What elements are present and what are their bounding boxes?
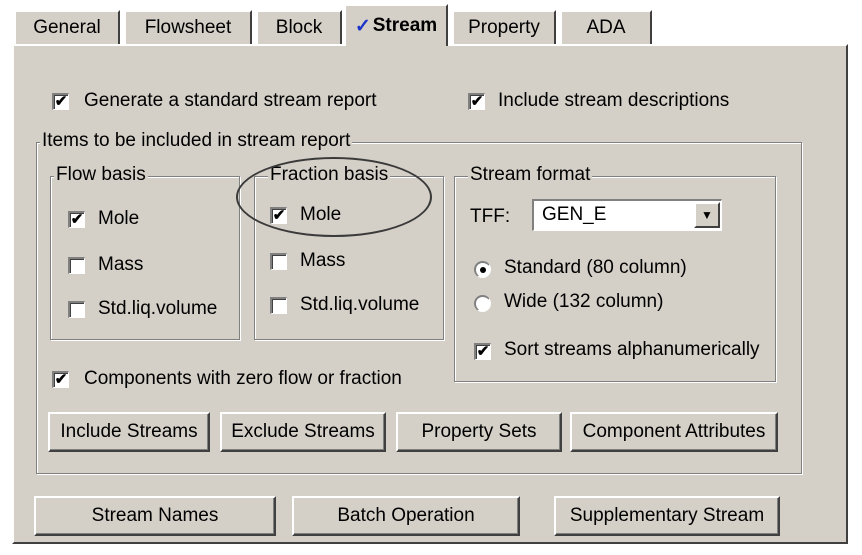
fraction-mole-label: Mole [300,204,342,225]
fraction-basis-title: Fraction basis [268,164,391,186]
zero-flow-label: Components with zero flow or fraction [84,368,402,389]
include-streams-button[interactable]: Include Streams [48,412,210,452]
stream-format-title: Stream format [468,164,593,186]
check-icon: ✔ [54,93,68,110]
include-streams-label: Include Streams [60,421,198,442]
stream-names-button[interactable]: Stream Names [34,496,276,536]
check-icon: ✔ [70,211,84,228]
flow-mole-label: Mole [98,208,140,229]
flow-stdliq-checkbox[interactable] [68,301,85,318]
check-icon: ✔ [476,343,490,360]
component-attributes-button[interactable]: Component Attributes [570,412,778,452]
chevron-down-icon[interactable]: ▼ [694,202,720,228]
sort-streams-label: Sort streams alphanumerically [504,339,760,360]
stream-tab-panel: ✔ Generate a standard stream report ✔ In… [12,44,848,544]
check-mark-icon: ✓ [354,15,371,37]
tff-dropdown[interactable]: GEN_E ▼ [532,199,722,231]
fraction-mass-label: Mass [300,250,346,271]
items-group-title: Items to be included in stream report [40,130,353,152]
standard-80-label: Standard (80 column) [504,257,687,278]
generate-report-label: Generate a standard stream report [84,90,377,111]
batch-operation-button[interactable]: Batch Operation [292,496,520,536]
flow-stdliq-label: Std.liq.volume [98,298,218,319]
fraction-stdliq-checkbox[interactable] [270,297,287,314]
stream-names-label: Stream Names [91,505,219,526]
tab-flowsheet[interactable]: Flowsheet [124,10,252,44]
fraction-mole-checkbox[interactable]: ✔ [270,207,287,224]
component-attributes-label: Component Attributes [582,421,766,442]
fraction-stdliq-label: Std.liq.volume [300,294,420,315]
wide-132-label: Wide (132 column) [504,291,664,312]
flow-mass-checkbox[interactable] [68,257,85,274]
include-descriptions-label: Include stream descriptions [498,90,730,111]
tab-stream[interactable]: ✓ Stream [344,4,448,46]
generate-report-checkbox[interactable]: ✔ [52,93,69,110]
sort-streams-checkbox[interactable]: ✔ [474,343,491,360]
exclude-streams-button[interactable]: Exclude Streams [220,412,386,452]
tff-label: TFF: [470,206,511,227]
property-sets-label: Property Sets [421,421,537,442]
radio-dot-icon [480,267,486,273]
tab-general-label: General [33,17,101,38]
flow-mass-label: Mass [98,254,144,275]
tab-block-label: Block [275,17,323,38]
tab-property[interactable]: Property [452,10,556,44]
flow-mole-checkbox[interactable]: ✔ [68,211,85,228]
tff-value: GEN_E [542,204,607,225]
flow-basis-title: Flow basis [54,164,148,186]
standard-80-radio[interactable] [474,261,491,278]
check-icon: ✔ [470,93,484,110]
supplementary-stream-button[interactable]: Supplementary Stream [554,496,780,536]
property-sets-button[interactable]: Property Sets [396,412,562,452]
check-icon: ✔ [272,207,286,224]
tab-flowsheet-label: Flowsheet [144,17,232,38]
fraction-mass-checkbox[interactable] [270,253,287,270]
exclude-streams-label: Exclude Streams [231,421,375,442]
tab-block[interactable]: Block [256,10,342,44]
include-descriptions-checkbox[interactable]: ✔ [468,93,485,110]
tab-property-label: Property [468,17,540,38]
tab-general[interactable]: General [14,10,120,44]
batch-operation-label: Batch Operation [337,505,475,526]
wide-132-radio[interactable] [474,295,491,312]
tab-ada-label: ADA [586,17,626,38]
tab-stream-label: Stream [372,15,438,36]
tab-ada[interactable]: ADA [560,10,652,44]
zero-flow-checkbox[interactable]: ✔ [52,371,69,388]
check-icon: ✔ [54,371,68,388]
supplementary-stream-label: Supplementary Stream [569,505,765,526]
